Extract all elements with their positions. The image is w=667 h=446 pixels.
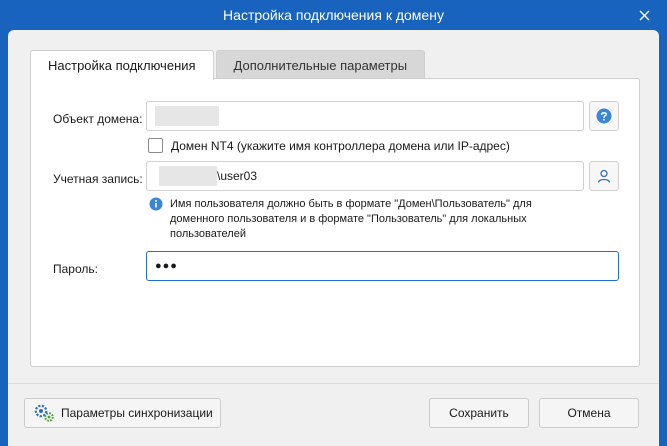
redacted-domain xyxy=(159,166,217,186)
cancel-button[interactable]: Отмена xyxy=(539,398,639,428)
tab-panel: Объект домена: Домен NT4 (укажите имя ко… xyxy=(30,78,640,367)
window-title: Настройка подключения к домену xyxy=(223,7,444,23)
gears-icon xyxy=(34,404,54,422)
domain-object-input[interactable] xyxy=(146,101,584,131)
password-label: Пароль: xyxy=(53,262,98,276)
close-icon xyxy=(639,10,649,20)
user-icon xyxy=(597,169,611,183)
dialog-body: Настройка подключения Дополнительные пар… xyxy=(8,30,659,446)
account-label: Учетная запись: xyxy=(53,172,143,186)
close-button[interactable] xyxy=(635,6,653,24)
tab-bar: Настройка подключения Дополнительные пар… xyxy=(30,50,426,80)
redacted-value xyxy=(155,106,219,126)
tab-connection-settings[interactable]: Настройка подключения xyxy=(30,50,214,80)
footer-divider xyxy=(8,383,659,384)
account-input[interactable]: \user03 xyxy=(146,161,584,191)
nt4-checkbox[interactable] xyxy=(148,138,163,153)
tab-additional-parameters[interactable]: Дополнительные параметры xyxy=(215,50,426,79)
nt4-checkbox-label: Домен NT4 (укажите имя контроллера домен… xyxy=(171,139,510,153)
help-button[interactable] xyxy=(589,101,619,131)
sync-settings-label: Параметры синхронизации xyxy=(61,406,213,420)
select-user-button[interactable] xyxy=(589,161,619,191)
save-button[interactable]: Сохранить xyxy=(429,398,529,428)
password-value: ●●● xyxy=(155,260,178,272)
account-value: \user03 xyxy=(217,169,258,183)
question-icon xyxy=(596,108,612,124)
info-icon xyxy=(149,197,163,211)
account-format-hint: Имя пользователя должно быть в формате "… xyxy=(170,198,532,240)
title-bar: Настройка подключения к домену xyxy=(0,0,667,30)
password-input[interactable]: ●●● xyxy=(146,251,619,281)
domain-object-label: Объект домена: xyxy=(53,112,143,126)
sync-settings-button[interactable]: Параметры синхронизации xyxy=(24,398,221,428)
